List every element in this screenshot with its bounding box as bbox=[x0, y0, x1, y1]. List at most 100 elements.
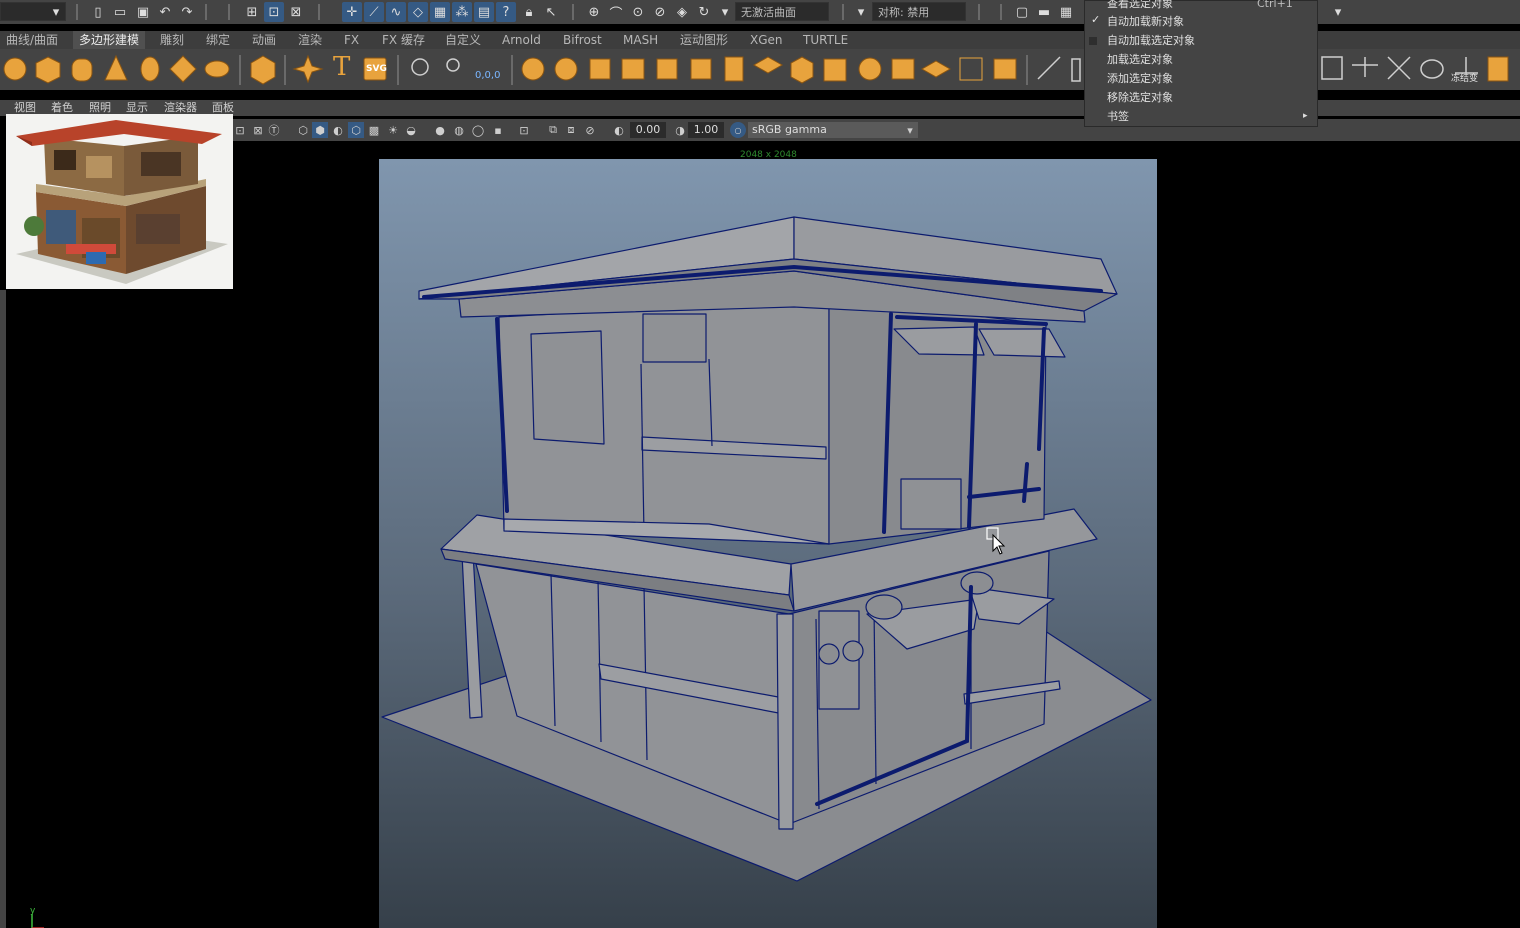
wireframe-icon[interactable]: ⬡ bbox=[295, 122, 311, 138]
select-joints-icon[interactable]: ⟋ bbox=[364, 2, 384, 22]
tab-sculpting[interactable]: 雕刻 bbox=[154, 31, 190, 49]
title-safe-icon[interactable]: Ⓣ bbox=[266, 122, 282, 138]
lock-icon[interactable]: 🔒︎ bbox=[519, 2, 539, 22]
poly-cylinder-icon bbox=[71, 58, 93, 82]
select-surfaces-icon[interactable]: ◇ bbox=[408, 2, 428, 22]
snap-together-icon bbox=[446, 58, 460, 72]
chevron-down-icon[interactable]: ▾ bbox=[46, 2, 66, 22]
tab-motion-graphics[interactable]: 运动图形 bbox=[674, 31, 734, 49]
menu-item-add-selected[interactable]: 添加选定对象 bbox=[1107, 70, 1173, 88]
chevron-down-icon[interactable]: ▾ bbox=[715, 2, 735, 22]
gamma-icon[interactable]: ◑ bbox=[672, 122, 688, 138]
undo-icon[interactable]: ↶ bbox=[155, 2, 175, 22]
open-scene-icon[interactable]: ▭ bbox=[110, 2, 130, 22]
ambient-occlusion-icon[interactable]: ● bbox=[432, 122, 448, 138]
append-icon bbox=[752, 56, 784, 74]
tab-fx-caching[interactable]: FX 缓存 bbox=[376, 31, 431, 49]
gate-mask-icon[interactable]: ⊠ bbox=[250, 122, 266, 138]
upper-window bbox=[530, 330, 605, 445]
multi-cut-icon bbox=[724, 56, 744, 82]
snap-grid-icon[interactable]: ⊕ bbox=[584, 2, 604, 22]
new-scene-icon[interactable]: ▯ bbox=[88, 2, 108, 22]
isolate-select-icon[interactable]: ⊡ bbox=[516, 122, 532, 138]
snap-live-icon[interactable]: ↻ bbox=[694, 2, 714, 22]
tab-arnold[interactable]: Arnold bbox=[496, 31, 547, 49]
tab-xgen[interactable]: XGen bbox=[744, 31, 789, 49]
tab-bifrost[interactable]: Bifrost bbox=[557, 31, 608, 49]
reference-image[interactable] bbox=[6, 114, 233, 289]
select-rendering-icon[interactable]: ▤ bbox=[474, 2, 494, 22]
poly-torus-icon bbox=[140, 56, 160, 82]
select-by-hierarchy-icon[interactable]: ⊞ bbox=[242, 2, 262, 22]
chevron-down-icon[interactable]: ▾ bbox=[902, 122, 918, 138]
tab-mash[interactable]: MASH bbox=[617, 31, 664, 49]
tab-curves-surfaces[interactable]: 曲线/曲面 bbox=[0, 31, 64, 49]
select-curves-icon[interactable]: ∿ bbox=[386, 2, 406, 22]
select-handles-icon[interactable]: ✛ bbox=[342, 2, 362, 22]
symmetry-field[interactable]: 对称: 禁用 bbox=[872, 2, 966, 21]
live-surface-field[interactable]: 无激活曲面 bbox=[735, 2, 829, 21]
poly-disc-icon bbox=[204, 60, 230, 78]
anti-aliasing-icon[interactable]: ◯ bbox=[470, 122, 486, 138]
gamma-field[interactable]: 1.00 bbox=[688, 122, 724, 138]
menu-item-bookmarks[interactable]: 书签 bbox=[1107, 108, 1129, 126]
shadows-icon[interactable]: ◒ bbox=[403, 122, 419, 138]
tab-animation[interactable]: 动画 bbox=[246, 31, 282, 49]
poly-cone-icon bbox=[104, 54, 128, 81]
redo-icon[interactable]: ↷ bbox=[177, 2, 197, 22]
menu-item-auto-load-new[interactable]: 自动加载新对象 bbox=[1107, 13, 1184, 31]
center-pivot-icon bbox=[1321, 56, 1343, 80]
tab-rigging[interactable]: 绑定 bbox=[200, 31, 236, 49]
tab-turtle[interactable]: TURTLE bbox=[797, 31, 854, 49]
separate-icon bbox=[554, 57, 578, 81]
target-weld-icon bbox=[858, 57, 882, 81]
menu-item-shortcut: Ctrl+1 bbox=[1257, 0, 1293, 10]
text-tool-icon[interactable]: T bbox=[333, 52, 350, 82]
chevron-down-icon[interactable]: ▾ bbox=[851, 2, 871, 22]
resolution-gate-icon[interactable]: ⊡ bbox=[232, 122, 248, 138]
render-view-icon[interactable]: ▢ bbox=[1012, 2, 1032, 22]
use-lights-icon[interactable]: ☀ bbox=[385, 122, 401, 138]
menu-item-remove-selected[interactable]: 移除选定对象 bbox=[1107, 89, 1173, 107]
tab-fx[interactable]: FX bbox=[338, 31, 365, 49]
wireframe-on-shaded-icon[interactable]: ⬡ bbox=[348, 122, 364, 138]
color-management-icon[interactable]: ○ bbox=[730, 122, 746, 138]
tab-custom[interactable]: 自定义 bbox=[439, 31, 487, 49]
snap-point-icon[interactable]: ⊙ bbox=[628, 2, 648, 22]
select-dynamics-icon[interactable]: ⁂ bbox=[452, 2, 472, 22]
ipr-render-icon[interactable]: ▦ bbox=[1056, 2, 1076, 22]
exposure-field[interactable]: 0.00 bbox=[630, 122, 666, 138]
menu-item-view-selected[interactable]: 查看选定对象 bbox=[1107, 0, 1173, 13]
color-space-select[interactable]: sRGB gamma bbox=[748, 122, 918, 138]
select-deformations-icon[interactable]: ▦ bbox=[430, 2, 450, 22]
snap-view-plane-icon[interactable]: ⊘ bbox=[650, 2, 670, 22]
reference-house-illustration bbox=[16, 120, 228, 284]
snap-curve-icon[interactable]: ⌒ bbox=[606, 2, 626, 22]
depth-of-field-icon[interactable]: ▪ bbox=[490, 122, 506, 138]
default-material-icon[interactable]: ◐ bbox=[330, 122, 346, 138]
tab-polygon-modeling[interactable]: 多边形建模 bbox=[73, 31, 146, 49]
select-by-component-icon[interactable]: ⊠ bbox=[286, 2, 306, 22]
smooth-shade-icon[interactable]: ⬢ bbox=[312, 122, 328, 138]
render-frame-icon[interactable]: ▬ bbox=[1034, 2, 1054, 22]
exposure-icon[interactable]: ◐ bbox=[611, 122, 627, 138]
checkmark-icon: ✓ bbox=[1091, 13, 1101, 26]
menu-item-auto-load-selected[interactable]: 自动加载选定对象 bbox=[1107, 32, 1195, 50]
xray-joints-icon[interactable]: ⊘ bbox=[582, 122, 598, 138]
option-box-icon[interactable] bbox=[1089, 37, 1097, 45]
highlight-selection-icon[interactable]: ↖ bbox=[541, 2, 561, 22]
motion-blur-icon[interactable]: ◍ bbox=[451, 122, 467, 138]
tab-rendering[interactable]: 渲染 bbox=[292, 31, 328, 49]
make-live-icon[interactable]: ◈ bbox=[672, 2, 692, 22]
chevron-down-icon[interactable]: ▾ bbox=[1328, 2, 1348, 22]
select-by-object-icon[interactable]: ⊡ bbox=[264, 2, 284, 22]
xray-icon[interactable]: ⧉ bbox=[545, 122, 561, 138]
separator bbox=[205, 4, 207, 20]
textured-icon[interactable]: ▩ bbox=[366, 122, 382, 138]
select-misc-icon[interactable]: ? bbox=[496, 2, 516, 22]
wall-box bbox=[900, 478, 962, 530]
xray-active-icon[interactable]: ⧈ bbox=[563, 122, 579, 138]
save-scene-icon[interactable]: ▣ bbox=[133, 2, 153, 22]
menu-item-load-selected[interactable]: 加载选定对象 bbox=[1107, 51, 1173, 69]
ac-unit-1 bbox=[865, 594, 903, 620]
